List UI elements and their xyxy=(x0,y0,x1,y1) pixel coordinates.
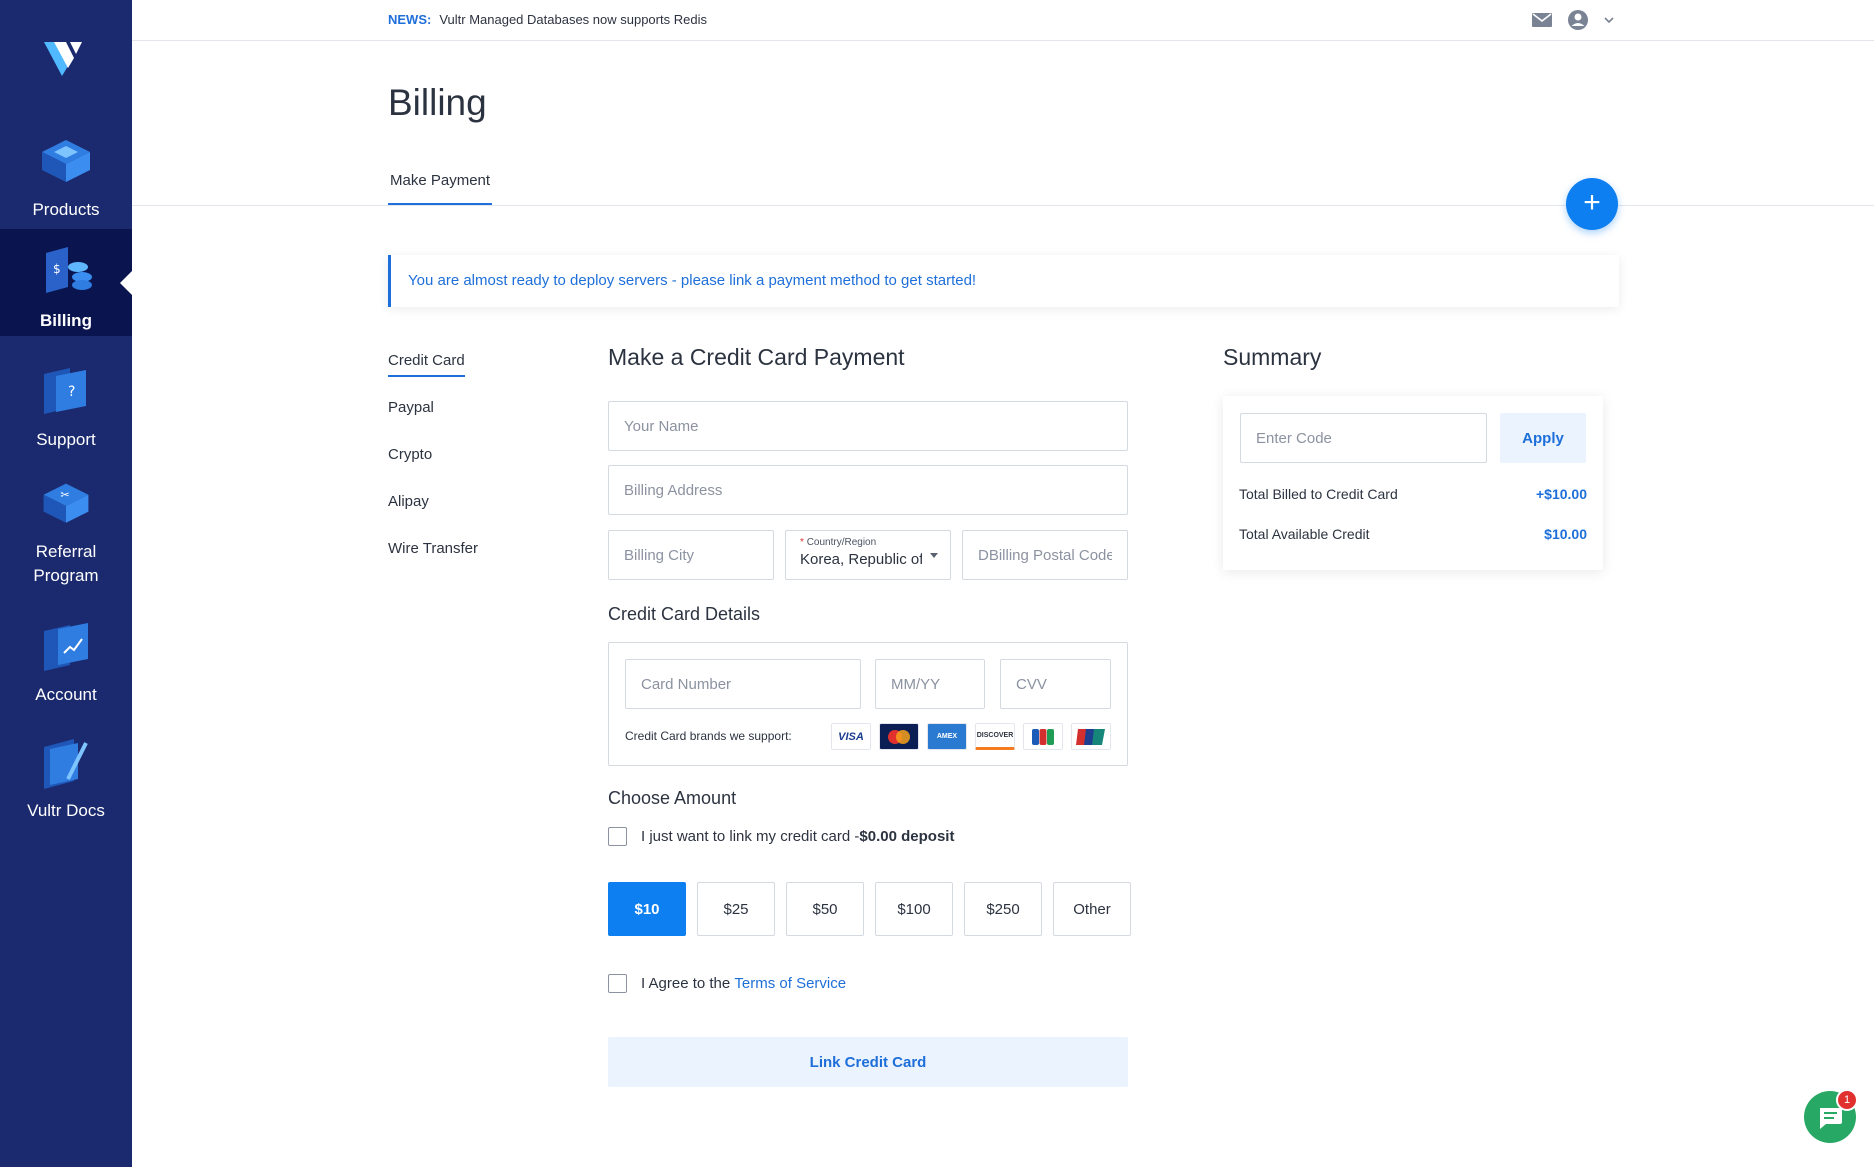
form-title: Make a Credit Card Payment xyxy=(608,344,905,370)
account-icon xyxy=(44,623,88,671)
sidebar-item-referral[interactable]: ✂ Referral Program xyxy=(0,464,132,588)
amex-icon: AMEX xyxy=(927,723,967,750)
amount-heading: Choose Amount xyxy=(608,788,737,808)
sidebar-item-products[interactable]: Products xyxy=(0,118,132,222)
method-wire-transfer[interactable]: Wire Transfer xyxy=(388,540,478,587)
discover-icon: DISCOVER xyxy=(975,723,1015,750)
method-paypal[interactable]: Paypal xyxy=(388,399,478,446)
svg-text:$: $ xyxy=(53,262,61,276)
billing-address-field[interactable] xyxy=(608,465,1128,515)
promo-code-field[interactable] xyxy=(1240,413,1487,463)
sidebar-item-label: Account xyxy=(35,685,97,704)
sidebar-item-label: Support xyxy=(36,430,96,449)
top-bar: NEWS: Vultr Managed Databases now support… xyxy=(132,0,1874,41)
svg-text:?: ? xyxy=(68,384,75,400)
summary-value: +$10.00 xyxy=(1536,486,1587,502)
sidebar-item-label: Vultr Docs xyxy=(27,801,105,820)
country-select[interactable]: * Country/Region Korea, Republic of xyxy=(785,530,951,580)
agree-checkbox[interactable] xyxy=(608,974,627,993)
country-label: * Country/Region xyxy=(800,537,877,548)
summary-row: Total Billed to Credit Card +$10.00 xyxy=(1239,486,1587,502)
card-number-field[interactable] xyxy=(625,659,861,709)
sidebar-item-vultr-docs[interactable]: Vultr Docs xyxy=(0,719,132,823)
caret-down-icon xyxy=(930,553,938,558)
amount-10-button[interactable]: $10 xyxy=(608,882,686,936)
visa-icon: VISA xyxy=(831,723,871,750)
amount-100-button[interactable]: $100 xyxy=(875,882,953,936)
link-only-checkbox[interactable] xyxy=(608,827,627,846)
sidebar-item-label: Products xyxy=(32,200,100,219)
summary-row: Total Available Credit $10.00 xyxy=(1239,526,1587,542)
news-banner[interactable]: NEWS: Vultr Managed Databases now support… xyxy=(388,12,707,27)
terms-link[interactable]: Terms of Service xyxy=(734,975,846,992)
summary-label: Total Available Credit xyxy=(1239,526,1370,542)
payment-methods: Credit Card Paypal Crypto Alipay Wire Tr… xyxy=(388,352,478,587)
agree-row: I Agree to the Terms of Service xyxy=(608,974,846,993)
amount-250-button[interactable]: $250 xyxy=(964,882,1042,936)
postal-code-field[interactable] xyxy=(962,530,1128,580)
method-crypto[interactable]: Crypto xyxy=(388,446,478,493)
brands-label: Credit Card brands we support: xyxy=(625,729,792,743)
expiry-field[interactable] xyxy=(875,659,985,709)
docs-icon xyxy=(44,739,88,789)
link-credit-card-button[interactable]: Link Credit Card xyxy=(608,1037,1128,1087)
products-icon xyxy=(42,140,90,182)
sidebar-item-label: Referral Program xyxy=(33,542,99,585)
page-title: Billing xyxy=(388,82,487,123)
sidebar-item-support[interactable]: ? Support xyxy=(0,348,132,452)
unionpay-icon xyxy=(1071,723,1111,750)
sidebar: Products $ Billing ? Support ✂ Referral … xyxy=(0,0,132,1167)
mail-icon[interactable] xyxy=(1531,11,1553,29)
summary-value: $10.00 xyxy=(1544,526,1587,542)
mastercard-icon xyxy=(879,723,919,750)
jcb-icon xyxy=(1023,723,1063,750)
cc-details-box: Credit Card brands we support: VISA AMEX… xyxy=(608,642,1128,766)
method-alipay[interactable]: Alipay xyxy=(388,493,478,540)
billing-icon: $ xyxy=(46,247,92,293)
amount-other-button[interactable]: Other xyxy=(1053,882,1131,936)
referral-icon: ✂ xyxy=(43,483,89,523)
info-alert: You are almost ready to deploy servers -… xyxy=(388,255,1619,307)
alert-text: You are almost ready to deploy servers -… xyxy=(408,272,977,289)
cc-details-heading: Credit Card Details xyxy=(608,604,761,624)
summary-label: Total Billed to Credit Card xyxy=(1239,486,1398,502)
chat-badge: 1 xyxy=(1836,1089,1858,1111)
chat-button[interactable]: 1 xyxy=(1804,1089,1858,1143)
add-button[interactable]: + xyxy=(1566,178,1618,230)
vultr-logo[interactable] xyxy=(40,36,92,80)
amount-25-button[interactable]: $25 xyxy=(697,882,775,936)
method-credit-card[interactable]: Credit Card xyxy=(388,352,478,399)
amount-50-button[interactable]: $50 xyxy=(786,882,864,936)
active-indicator xyxy=(120,270,132,295)
user-avatar-icon[interactable] xyxy=(1567,9,1589,31)
agree-text: I Agree to the xyxy=(641,975,731,992)
card-brands: VISA AMEX DISCOVER xyxy=(831,723,1111,750)
news-tag: NEWS: xyxy=(388,12,432,27)
sidebar-item-account[interactable]: Account xyxy=(0,603,132,707)
svg-text:✂: ✂ xyxy=(60,489,69,502)
sidebar-item-billing[interactable]: $ Billing xyxy=(0,229,132,336)
amount-options: $10 $25 $50 $100 $250 Other xyxy=(608,882,1131,936)
cvv-field[interactable] xyxy=(1000,659,1111,709)
tab-make-payment[interactable]: Make Payment xyxy=(388,172,493,205)
summary-card: Apply Total Billed to Credit Card +$10.0… xyxy=(1223,396,1603,570)
chevron-down-icon[interactable] xyxy=(1603,15,1615,25)
sidebar-item-label: Billing xyxy=(40,311,92,330)
news-text[interactable]: Vultr Managed Databases now supports Red… xyxy=(439,12,707,27)
link-only-text: I just want to link my credit card - xyxy=(641,828,860,845)
link-only-bold: $0.00 deposit xyxy=(859,828,955,845)
link-only-row: I just want to link my credit card - $0.0… xyxy=(608,827,954,846)
support-icon: ? xyxy=(44,368,86,414)
billing-city-field[interactable] xyxy=(608,530,774,580)
country-value: Korea, Republic of xyxy=(800,551,922,568)
name-field[interactable] xyxy=(608,401,1128,451)
apply-button[interactable]: Apply xyxy=(1500,413,1586,463)
summary-title: Summary xyxy=(1223,344,1322,370)
